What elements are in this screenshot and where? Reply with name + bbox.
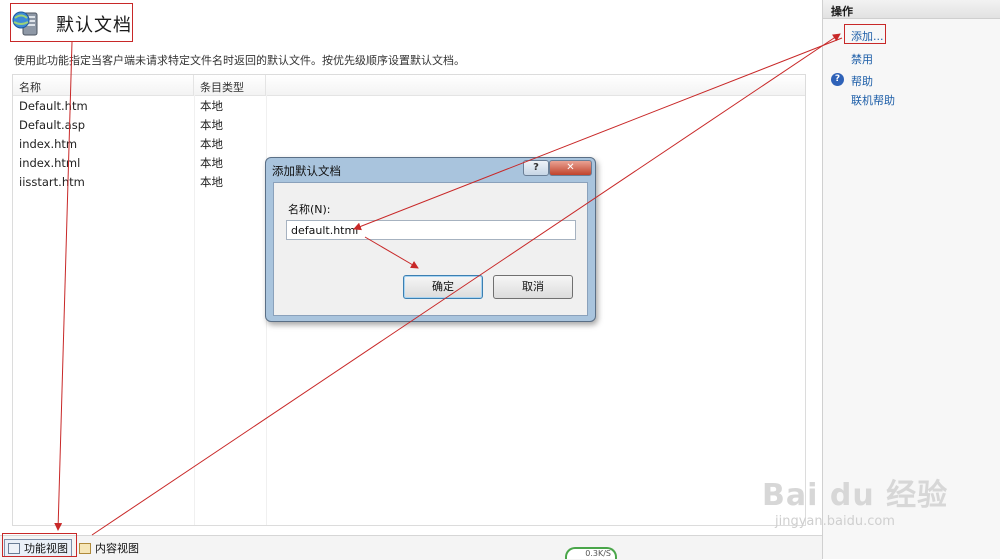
network-speed-indicator: 0.3K/S xyxy=(565,547,617,559)
column-header-name[interactable]: 名称 xyxy=(13,75,194,95)
name-input[interactable] xyxy=(286,220,576,240)
ok-button[interactable]: 确定 xyxy=(403,275,483,299)
row-type: 本地 xyxy=(200,98,223,113)
baidu-watermark: Bai du 经验 xyxy=(762,478,949,513)
online-help-link[interactable]: 联机帮助 xyxy=(851,92,895,108)
page-header: 默认文档 xyxy=(12,6,132,42)
row-name: iisstart.htm xyxy=(19,174,85,189)
add-default-document-dialog: 添加默认文档 ? ✕ 名称(N): 确定 取消 xyxy=(265,157,596,322)
dialog-body: 名称(N): 确定 取消 xyxy=(273,182,588,316)
add-link-highlight-box xyxy=(844,24,886,44)
row-type: 本地 xyxy=(200,117,223,132)
dialog-help-button[interactable]: ? xyxy=(523,160,549,176)
help-icon: ? xyxy=(831,73,844,86)
column-header-blank xyxy=(266,75,805,95)
page-title: 默认文档 xyxy=(56,15,132,36)
actions-panel-header: 操作 xyxy=(823,0,1000,19)
column-header-entry-type[interactable]: 条目类型 xyxy=(194,75,266,95)
list-header: 名称 条目类型 xyxy=(13,75,805,96)
content-view-button[interactable]: 内容视图 xyxy=(79,539,139,557)
row-type: 本地 xyxy=(200,155,223,170)
row-name: Default.htm xyxy=(19,98,88,113)
table-row[interactable]: Default.htm 本地 xyxy=(13,96,805,115)
features-view-highlight-box xyxy=(2,533,77,557)
row-name: index.htm xyxy=(19,136,78,151)
table-row[interactable]: Default.asp 本地 xyxy=(13,115,805,134)
cancel-button[interactable]: 取消 xyxy=(493,275,573,299)
row-name: index.html xyxy=(19,155,81,170)
dialog-close-button[interactable]: ✕ xyxy=(549,160,592,176)
dialog-title: 添加默认文档 xyxy=(272,164,341,178)
server-globe-icon xyxy=(12,9,42,39)
content-view-icon xyxy=(79,542,91,554)
view-switcher-bar: 功能视图 内容视图 xyxy=(0,535,822,560)
name-field-label: 名称(N): xyxy=(288,203,331,216)
content-view-label: 内容视图 xyxy=(95,542,139,555)
column-divider xyxy=(194,95,195,525)
table-row[interactable]: index.htm 本地 xyxy=(13,134,805,153)
help-link[interactable]: 帮助 xyxy=(851,73,873,89)
page-description: 使用此功能指定当客户端未请求特定文件名时返回的默认文件。按优先级顺序设置默认文档… xyxy=(14,54,465,67)
row-type: 本地 xyxy=(200,136,223,151)
disable-link[interactable]: 禁用 xyxy=(851,51,873,67)
row-type: 本地 xyxy=(200,174,223,189)
row-name: Default.asp xyxy=(19,117,86,132)
baidu-watermark-site: jingyan.baidu.com xyxy=(775,514,895,529)
